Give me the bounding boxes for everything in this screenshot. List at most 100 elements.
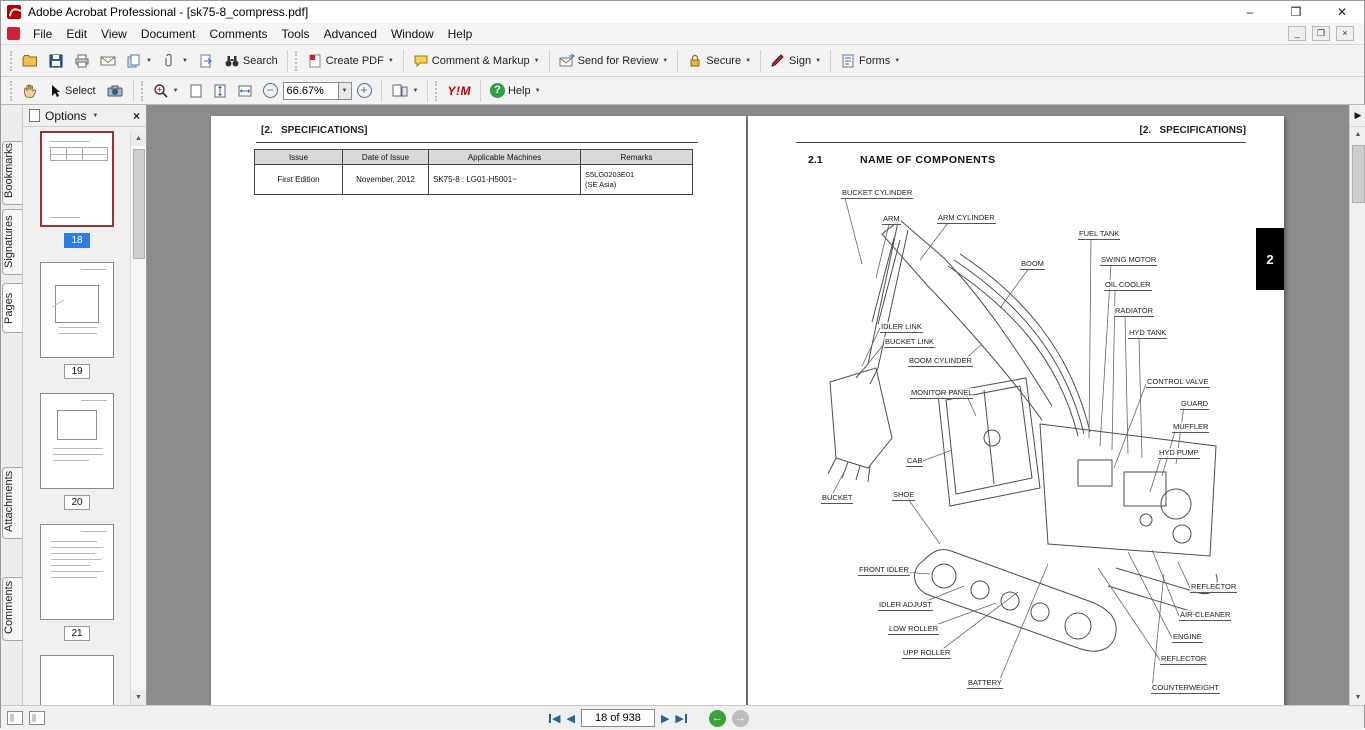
menu-document[interactable]: Document bbox=[134, 25, 203, 43]
scrollbar-thumb[interactable] bbox=[1352, 145, 1365, 203]
toolbar-grip[interactable] bbox=[141, 81, 145, 101]
thumbnail-page-number[interactable]: 18 bbox=[64, 233, 89, 248]
toolbar-separator bbox=[760, 50, 761, 72]
menu-tools[interactable]: Tools bbox=[275, 25, 317, 43]
hide-panel-chevron-icon[interactable]: ▶ bbox=[1350, 105, 1365, 127]
last-page-button[interactable]: ▶ bbox=[675, 712, 686, 725]
menu-advanced[interactable]: Advanced bbox=[317, 25, 384, 43]
thumbnail-image[interactable] bbox=[40, 655, 114, 705]
menu-view[interactable]: View bbox=[94, 25, 134, 43]
toolbar-separator bbox=[381, 80, 382, 102]
fit-width-button[interactable] bbox=[232, 78, 258, 103]
menu-help[interactable]: Help bbox=[441, 25, 480, 43]
page-size-icon[interactable] bbox=[7, 711, 23, 725]
mdi-close-button[interactable]: × bbox=[1336, 26, 1354, 41]
zoom-in-icon: + bbox=[357, 83, 372, 98]
tab-comments[interactable]: Comments bbox=[2, 577, 22, 641]
tab-pages[interactable]: Pages bbox=[2, 283, 22, 333]
options-menu-button[interactable]: Options bbox=[45, 109, 86, 123]
save-button[interactable] bbox=[43, 48, 69, 73]
component-label: REFLECTOR bbox=[1190, 582, 1237, 593]
scrollbar-thumb[interactable] bbox=[133, 149, 145, 259]
thumbnail-page-19[interactable]: 19 bbox=[40, 262, 114, 379]
menu-edit[interactable]: Edit bbox=[59, 25, 94, 43]
scroll-up-icon[interactable]: ▲ bbox=[131, 131, 146, 146]
actual-size-button[interactable] bbox=[184, 78, 208, 103]
mdi-restore-button[interactable]: ❐ bbox=[1312, 26, 1330, 41]
menu-window[interactable]: Window bbox=[384, 25, 441, 43]
comment-markup-button[interactable]: Comment & Markup ▼ bbox=[408, 48, 545, 73]
thumbnail-image[interactable] bbox=[40, 393, 114, 489]
combine-files-button[interactable]: ▼ bbox=[121, 48, 157, 73]
previous-page-button[interactable]: ◀ bbox=[566, 712, 574, 725]
zoom-level-dropdown[interactable]: ▼ bbox=[339, 82, 352, 100]
layout-toggle-icon[interactable] bbox=[29, 711, 45, 725]
page-layout-button[interactable]: ▼ bbox=[386, 78, 424, 103]
excavator-diagram: BUCKET CYLINDER ARM ARM CYLINDER BOOM FU… bbox=[748, 172, 1284, 705]
dropdown-arrow-icon: ▼ bbox=[182, 58, 188, 64]
next-page-button[interactable]: ▶ bbox=[661, 712, 669, 725]
thumbnail-page-20[interactable]: 20 bbox=[40, 393, 114, 510]
help-button[interactable]: ? Help ▼ bbox=[485, 78, 546, 103]
pen-icon bbox=[770, 53, 786, 69]
dropdown-arrow-icon: ▼ bbox=[894, 58, 900, 64]
page-number-input[interactable] bbox=[581, 709, 655, 727]
hand-tool-button[interactable] bbox=[17, 78, 43, 103]
thumbnail-image[interactable] bbox=[40, 131, 114, 227]
toolbar-grip[interactable] bbox=[435, 81, 439, 101]
document-area[interactable]: [2. SPECIFICATIONS] Issue Date of Issue … bbox=[147, 105, 1349, 705]
thumbnail-page-number[interactable]: 19 bbox=[64, 364, 89, 379]
menu-file[interactable]: File bbox=[26, 25, 59, 43]
pages-stack-icon bbox=[126, 53, 142, 69]
print-button[interactable] bbox=[69, 48, 95, 73]
send-for-review-button[interactable]: Send for Review ▼ bbox=[554, 48, 674, 73]
tab-signatures[interactable]: Signatures bbox=[2, 209, 22, 275]
search-button[interactable]: Search bbox=[219, 48, 283, 73]
thumbnail-image[interactable] bbox=[40, 524, 114, 620]
next-view-button[interactable]: → bbox=[732, 710, 749, 727]
first-page-button[interactable]: ◀ bbox=[549, 712, 560, 725]
toolbar-grip[interactable] bbox=[295, 51, 299, 71]
sign-button[interactable]: Sign ▼ bbox=[765, 48, 826, 73]
tab-attachments[interactable]: Attachments bbox=[2, 467, 22, 539]
export-button[interactable] bbox=[193, 48, 219, 73]
forms-button[interactable]: Forms ▼ bbox=[835, 48, 905, 73]
secure-button[interactable]: Secure ▼ bbox=[682, 48, 756, 73]
thumbnail-page-21[interactable]: 21 bbox=[40, 524, 114, 641]
thumbnail-page-22-partial[interactable] bbox=[40, 655, 114, 705]
scroll-up-icon[interactable]: ▲ bbox=[1350, 127, 1365, 142]
tab-bookmarks[interactable]: Bookmarks bbox=[2, 141, 22, 205]
messenger-button[interactable]: Y!M bbox=[442, 78, 476, 103]
maximize-button[interactable]: ❒ bbox=[1288, 5, 1304, 19]
thumbnail-image[interactable] bbox=[40, 262, 114, 358]
snapshot-button[interactable] bbox=[101, 78, 129, 103]
email-button[interactable] bbox=[95, 48, 121, 73]
pages-panel-scrollbar[interactable]: ▲ ▼ bbox=[130, 131, 146, 705]
close-button[interactable]: ✕ bbox=[1334, 5, 1350, 19]
select-tool-button[interactable]: Select bbox=[43, 78, 101, 103]
panel-close-button[interactable]: × bbox=[133, 109, 140, 123]
toolbar-grip[interactable] bbox=[10, 81, 14, 101]
previous-view-button[interactable]: ← bbox=[709, 710, 726, 727]
mdi-minimize-button[interactable]: _ bbox=[1288, 26, 1306, 41]
zoom-out-button[interactable]: − bbox=[258, 78, 283, 103]
scroll-down-icon[interactable]: ▼ bbox=[1350, 690, 1365, 705]
zoom-in-button[interactable]: + bbox=[352, 78, 377, 103]
zoom-tool-button[interactable]: ▼ bbox=[148, 78, 184, 103]
minimize-button[interactable]: – bbox=[1242, 5, 1258, 19]
zoom-out-icon: − bbox=[263, 83, 278, 98]
toolbar-grip[interactable] bbox=[10, 51, 14, 71]
dropdown-arrow-icon: ▼ bbox=[146, 58, 152, 64]
scroll-down-icon[interactable]: ▼ bbox=[131, 690, 146, 705]
thumbnail-page-number[interactable]: 21 bbox=[64, 626, 89, 641]
document-scrollbar[interactable]: ▶ ▲ ▼ bbox=[1349, 105, 1365, 705]
menu-comments[interactable]: Comments bbox=[203, 25, 275, 43]
thumbnail-page-number[interactable]: 20 bbox=[64, 495, 89, 510]
zoom-level-input[interactable] bbox=[283, 82, 339, 100]
open-button[interactable] bbox=[17, 48, 43, 73]
component-label: CAB bbox=[906, 456, 923, 467]
thumbnail-page-18[interactable]: 18 bbox=[40, 131, 114, 248]
attach-button[interactable]: ▼ bbox=[157, 48, 193, 73]
create-pdf-button[interactable]: Create PDF ▼ bbox=[302, 48, 399, 73]
fit-page-button[interactable] bbox=[208, 78, 232, 103]
